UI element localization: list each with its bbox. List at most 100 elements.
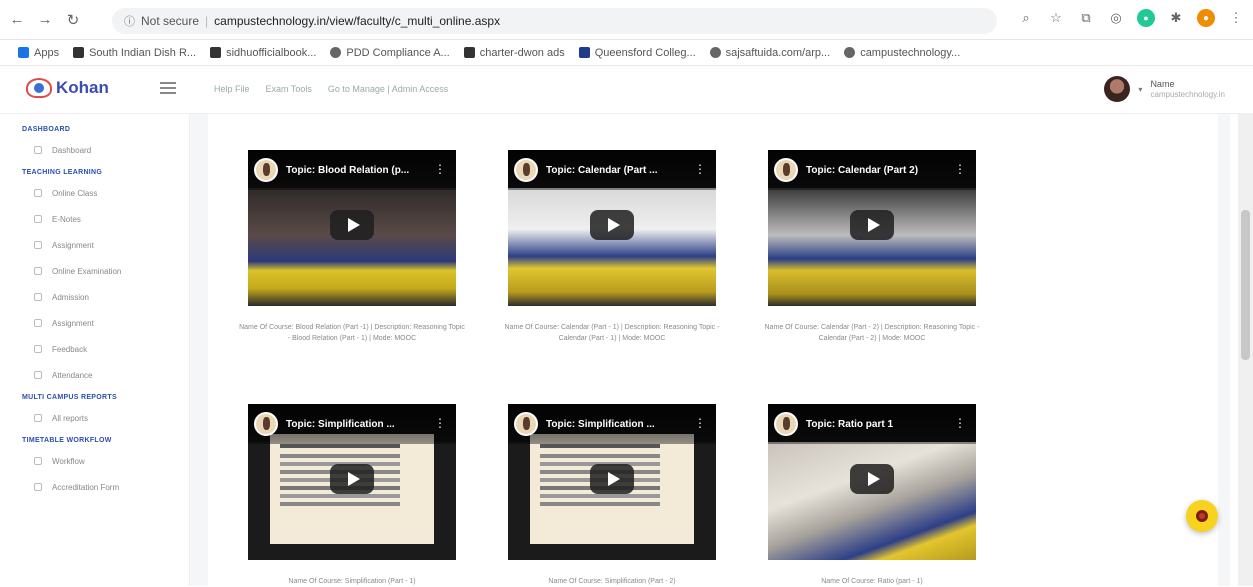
- extension-green-icon[interactable]: ●: [1137, 9, 1155, 27]
- sidebar-section-title: DASHBOARD: [22, 126, 71, 133]
- header-links: Help File Exam Tools Go to Manage | Admi…: [214, 84, 448, 94]
- sidebar-item[interactable]: E-Notes: [34, 212, 189, 226]
- sidebar-item[interactable]: Feedback: [34, 342, 189, 356]
- page-scrollbar[interactable]: [1238, 114, 1253, 586]
- video-thumbnail[interactable]: Topic: Calendar (Part ... ⋮: [508, 150, 716, 306]
- video-thumbnail[interactable]: Topic: Simplification ... ⋮: [248, 404, 456, 560]
- video-title[interactable]: Topic: Blood Relation (p...: [286, 165, 436, 176]
- sidebar-section-title: TEACHING LEARNING: [22, 169, 103, 176]
- play-button-icon[interactable]: [590, 464, 634, 494]
- bookmark-icon: [73, 47, 85, 58]
- more-options-icon[interactable]: ⋮: [954, 162, 966, 176]
- user-menu[interactable]: ▾ Name campustechnology.in: [1104, 76, 1225, 102]
- bookmark-item[interactable]: sajsaftuida.com/arp...: [709, 47, 830, 59]
- video-thumbnail[interactable]: Topic: Calendar (Part 2) ⋮: [768, 150, 976, 306]
- video-thumbnail[interactable]: Topic: Blood Relation (p... ⋮: [248, 150, 456, 306]
- channel-avatar[interactable]: [514, 412, 538, 436]
- video-frame: [768, 188, 976, 306]
- sidebar-section-title: MULTI CAMPUS REPORTS: [22, 394, 117, 401]
- video-thumbnail[interactable]: Topic: Simplification ... ⋮: [508, 404, 716, 560]
- more-options-icon[interactable]: ⋮: [434, 416, 446, 430]
- video-title[interactable]: Topic: Ratio part 1: [806, 419, 956, 430]
- bookmark-item[interactable]: PDD Compliance A...: [330, 46, 450, 59]
- header-link[interactable]: Exam Tools: [266, 84, 312, 94]
- header-link[interactable]: Go to Manage | Admin Access: [328, 84, 448, 94]
- extension-icon[interactable]: ⧉: [1077, 9, 1095, 27]
- channel-avatar[interactable]: [774, 412, 798, 436]
- play-button-icon[interactable]: [330, 210, 374, 240]
- sidebar-item[interactable]: Online Examination: [34, 264, 189, 278]
- video-caption: Name Of Course: Blood Relation (Part -1)…: [239, 324, 465, 342]
- back-icon[interactable]: ←: [6, 9, 28, 31]
- more-options-icon[interactable]: ⋮: [954, 416, 966, 430]
- sidebar-item-label: Feedback: [52, 344, 88, 354]
- video-title[interactable]: Topic: Calendar (Part ...: [546, 165, 696, 176]
- menu-item-icon: [34, 371, 42, 379]
- bookmark-item[interactable]: Queensford Colleg...: [578, 47, 696, 59]
- chevron-down-icon[interactable]: ▾: [1138, 85, 1142, 94]
- sidebar-item[interactable]: Assignment: [34, 238, 189, 252]
- sidebar-section-title: TIMETABLE WORKFLOW: [22, 437, 112, 444]
- video-thumbnail[interactable]: Topic: Ratio part 1 ⋮: [768, 404, 976, 560]
- menu-dots-icon[interactable]: ⋮: [1227, 9, 1245, 27]
- logo-text: Kohan: [56, 78, 109, 97]
- video-title[interactable]: Topic: Calendar (Part 2): [806, 165, 956, 176]
- security-label: Not secure: [141, 14, 200, 28]
- bookmark-label: PDD Compliance A...: [346, 46, 450, 59]
- sidebar-item[interactable]: Assignment: [34, 316, 189, 330]
- channel-avatar[interactable]: [254, 158, 278, 182]
- address-bar[interactable]: ⓘ Not secure | campustechnology.in/view/…: [112, 8, 997, 34]
- video-title[interactable]: Topic: Simplification ...: [546, 419, 696, 430]
- sidebar-item[interactable]: Workflow: [34, 454, 189, 468]
- puzzle-icon[interactable]: ✱: [1167, 9, 1185, 27]
- browser-actions: ⌕ ☆ ⧉ ◎ ● ✱ ● ⋮: [1017, 9, 1245, 27]
- play-button-icon[interactable]: [850, 210, 894, 240]
- info-icon[interactable]: ⓘ: [124, 13, 135, 29]
- star-icon[interactable]: ☆: [1047, 9, 1065, 27]
- sidebar-item-label: Workflow: [52, 456, 85, 466]
- menu-item-icon: [34, 215, 42, 223]
- video-caption: Name Of Course: Simplification (Part - 1…: [288, 578, 416, 585]
- globe-icon: [844, 47, 856, 58]
- bookmark-label: campustechnology...: [860, 46, 961, 59]
- reload-icon[interactable]: ↻: [62, 9, 84, 31]
- settings-fab-button[interactable]: [1186, 500, 1218, 532]
- menu-item-icon: [34, 146, 42, 154]
- menu-item-icon: [34, 483, 42, 491]
- avatar[interactable]: [1104, 76, 1131, 102]
- bookmark-item[interactable]: charter-dwon ads: [463, 47, 565, 59]
- app-logo[interactable]: Kohan: [26, 78, 109, 98]
- bookmark-item[interactable]: sidhuofficialbook...: [210, 47, 316, 59]
- bookmark-item[interactable]: campustechnology...: [844, 47, 960, 59]
- search-icon[interactable]: ⌕: [1017, 9, 1035, 27]
- more-options-icon[interactable]: ⋮: [694, 416, 706, 430]
- more-options-icon[interactable]: ⋮: [694, 162, 706, 176]
- bookmark-item[interactable]: Apps: [18, 47, 59, 59]
- profile-icon[interactable]: ●: [1197, 9, 1215, 27]
- sidebar-item[interactable]: Admission: [34, 290, 189, 304]
- sidebar-item[interactable]: Attendance: [34, 368, 189, 382]
- video-caption: Name Of Course: Calendar (Part - 1) | De…: [504, 324, 720, 342]
- bookmark-icon: [210, 47, 222, 58]
- sidebar-item-label: All reports: [52, 413, 89, 423]
- header-link[interactable]: Help File: [214, 84, 250, 94]
- sidebar-item[interactable]: Online Class: [34, 186, 189, 200]
- shield-icon[interactable]: ◎: [1107, 9, 1125, 27]
- channel-avatar[interactable]: [514, 158, 538, 182]
- play-button-icon[interactable]: [330, 464, 374, 494]
- play-button-icon[interactable]: [590, 210, 634, 240]
- main-content: Topic: Blood Relation (p... ⋮ Name Of Cour…: [190, 114, 1230, 586]
- channel-avatar[interactable]: [774, 158, 798, 182]
- play-button-icon[interactable]: [850, 464, 894, 494]
- video-title[interactable]: Topic: Simplification ...: [286, 419, 436, 430]
- bookmark-item[interactable]: South Indian Dish R...: [73, 47, 196, 59]
- more-options-icon[interactable]: ⋮: [434, 162, 446, 176]
- hamburger-menu-icon[interactable]: [160, 82, 176, 94]
- scrollbar-thumb[interactable]: [1241, 210, 1250, 360]
- sidebar-item[interactable]: Accreditation Form: [34, 480, 189, 494]
- sidebar-item[interactable]: Dashboard: [34, 143, 189, 157]
- forward-icon[interactable]: →: [34, 9, 56, 31]
- channel-avatar[interactable]: [254, 412, 278, 436]
- sidebar-item-label: Assignment: [52, 318, 94, 328]
- sidebar-item[interactable]: All reports: [34, 411, 189, 425]
